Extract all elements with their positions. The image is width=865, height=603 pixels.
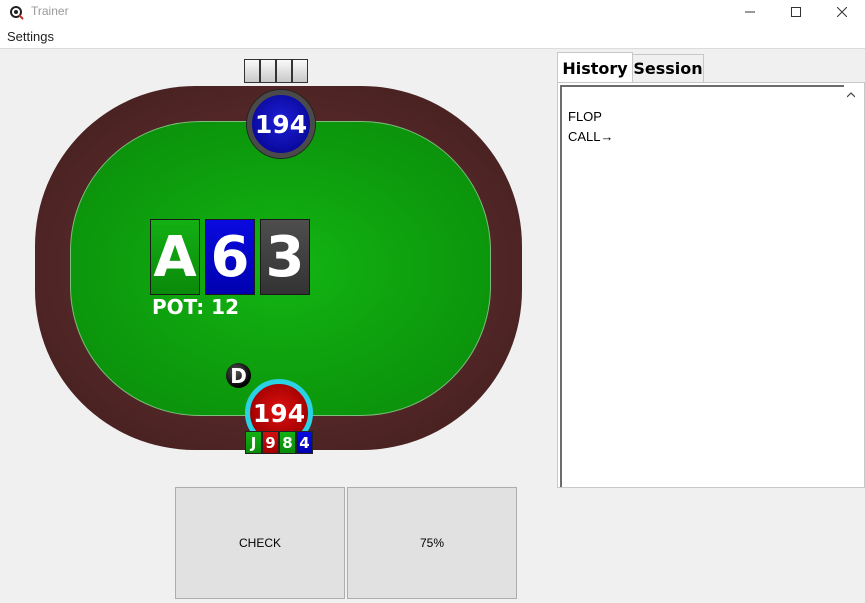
- pot-label: POT: 12: [152, 295, 240, 319]
- opponent-stack: 194: [247, 90, 315, 158]
- check-button[interactable]: CHECK: [175, 487, 345, 599]
- hero-hand: J 9 8 4: [245, 431, 313, 454]
- close-button[interactable]: [819, 0, 865, 24]
- board-card: 6: [205, 219, 255, 295]
- maximize-button[interactable]: [773, 0, 819, 24]
- hero-card: 8: [279, 431, 296, 454]
- opponent-card-back: [292, 59, 308, 83]
- tab-session[interactable]: Session: [632, 54, 704, 82]
- opponent-card-back: [244, 59, 260, 83]
- minimize-button[interactable]: [727, 0, 773, 24]
- opponent-card-back: [276, 59, 292, 83]
- menu-settings[interactable]: Settings: [7, 29, 54, 44]
- minimize-icon: [745, 11, 755, 13]
- dealer-button: D: [226, 363, 251, 388]
- hero-card: J: [245, 431, 262, 454]
- bet-75-button[interactable]: 75%: [347, 487, 517, 599]
- scroll-up-icon[interactable]: [844, 88, 858, 102]
- hero-card: 4: [296, 431, 313, 454]
- board-card: A: [150, 219, 200, 295]
- history-line: FLOP: [568, 109, 602, 124]
- history-log[interactable]: FLOP CALL→: [560, 85, 844, 487]
- poker-table: 194 A 6 3 POT: 12 D 194 J 9 8 4: [0, 49, 545, 484]
- board-card: 3: [260, 219, 310, 295]
- opponent-card-back: [260, 59, 276, 83]
- tab-history[interactable]: History: [557, 52, 633, 83]
- menu-bar: Settings: [0, 24, 865, 49]
- board-cards: A 6 3: [150, 219, 315, 295]
- hero-card: 9: [262, 431, 279, 454]
- history-line: CALL→: [568, 129, 614, 144]
- app-icon: [10, 6, 24, 20]
- opponent-cards: [244, 59, 308, 83]
- history-lines: FLOP CALL→: [568, 107, 614, 147]
- window-title: Trainer: [31, 4, 69, 18]
- close-icon: [837, 7, 847, 17]
- maximize-icon: [791, 7, 801, 17]
- title-bar: Trainer: [0, 0, 865, 24]
